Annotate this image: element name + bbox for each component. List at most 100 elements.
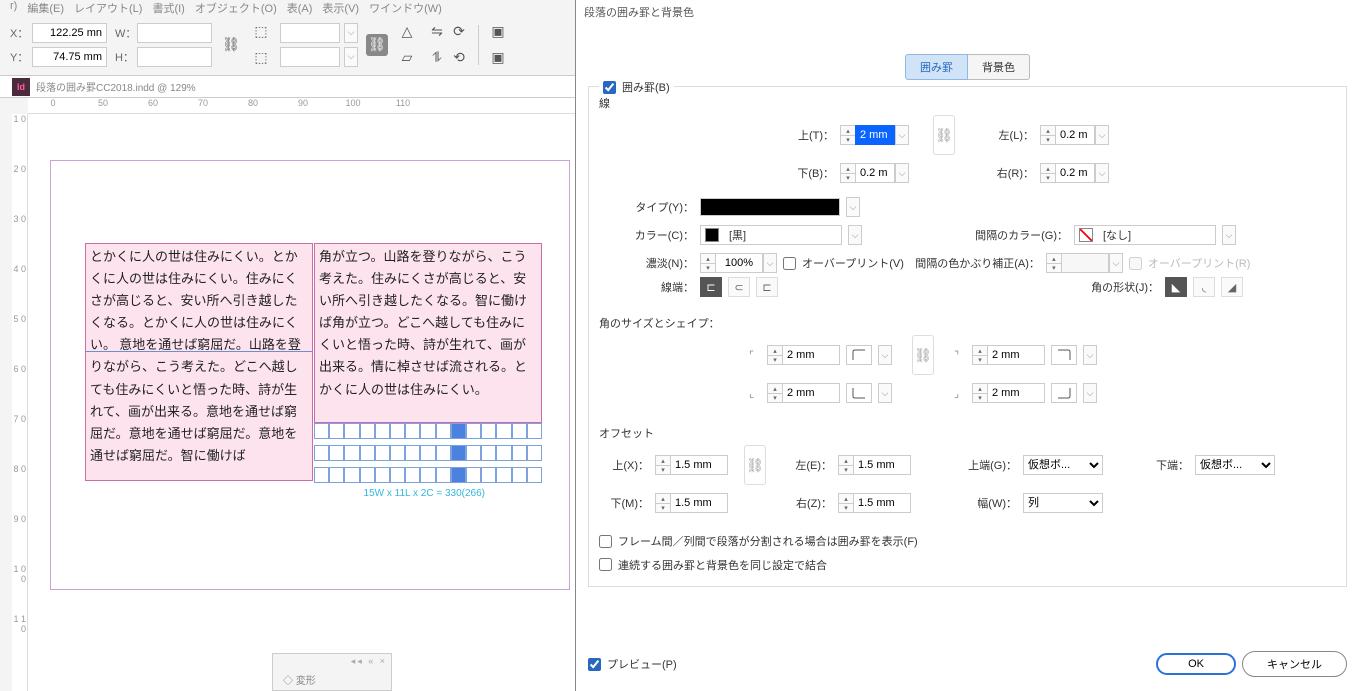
cap-label: 線端： <box>599 279 694 295</box>
tint-field[interactable] <box>715 253 763 273</box>
x-label: X： <box>10 25 28 41</box>
offset-left-field[interactable] <box>853 455 911 475</box>
overprint-r-check: オーバープリント(R) <box>1129 255 1251 271</box>
sel2-icon[interactable]: ▣ <box>487 47 509 69</box>
stroke-bottom-label: 下(B)： <box>779 165 834 181</box>
join-label: 角の形状(J)： <box>784 279 1159 295</box>
split-check[interactable]: フレーム間／列間で段落が分割される場合は囲み罫を表示(F) <box>599 533 918 549</box>
corner-br-icon: ⌟ <box>954 387 966 399</box>
join-bevel-icon[interactable]: ◢ <box>1221 277 1243 297</box>
rotate-icon[interactable]: △ <box>396 21 418 43</box>
cap-round-icon[interactable]: ⊂ <box>728 277 750 297</box>
transform-panel[interactable]: ◇ 変形 <box>272 653 392 691</box>
shear-icon[interactable]: ▱ <box>396 47 418 69</box>
offset-bottom-label: 下(M)： <box>599 495 649 511</box>
cap-butt-icon[interactable]: ⊏ <box>700 277 722 297</box>
rot90-icon[interactable]: ⟳ <box>448 21 470 43</box>
bottomedge-select[interactable]: 仮想ボ... <box>1195 455 1275 475</box>
stroke-type-label: タイプ(Y)： <box>599 199 694 215</box>
corner-bl-spinner[interactable]: ▴▾ <box>767 383 840 403</box>
offset-bottom-spinner[interactable]: ▴▾ <box>655 493 728 513</box>
stroke-left-label: 左(L)： <box>979 127 1034 143</box>
cancel-button[interactable]: キャンセル <box>1242 651 1347 677</box>
corner-tr-icon: ⌝ <box>954 349 966 361</box>
corner-tl-shape[interactable] <box>846 345 872 365</box>
corner-tl-spinner[interactable]: ▴▾ <box>767 345 840 365</box>
corner-tl-field[interactable] <box>782 345 840 365</box>
corner-bl-field[interactable] <box>782 383 840 403</box>
link-icon[interactable]: ⛓ <box>366 34 388 56</box>
text-column-2[interactable]: 角が立つ。山路を登りながら、こう考えた。住みにくさが高じると、安い所へ引き越した… <box>314 243 542 423</box>
corner-bl-shape[interactable] <box>846 383 872 403</box>
paragraph-border-dialog: 段落の囲み罫と背景色 囲み罫 背景色 囲み罫(B) 線 上(T)： ▴▾⌵ ⛓ … <box>575 0 1359 691</box>
h-field[interactable] <box>137 47 212 67</box>
stroke-color-drop[interactable]: ⌵ <box>848 225 862 245</box>
offset-right-field[interactable] <box>853 493 911 513</box>
y-label: Y： <box>10 49 28 65</box>
stroke-color-field[interactable]: [黒] <box>700 225 842 245</box>
offset-left-spinner[interactable]: ▴▾ <box>838 455 911 475</box>
stroke-right-spinner[interactable]: ▴▾⌵ <box>1040 163 1109 183</box>
preview-check[interactable]: プレビュー(P) <box>588 656 677 672</box>
stroke-right-field[interactable] <box>1055 163 1095 183</box>
stroke-top-spinner[interactable]: ▴▾⌵ <box>840 125 909 145</box>
y-field[interactable] <box>32 47 107 67</box>
enable-border-check[interactable]: 囲み罫(B) <box>599 79 674 95</box>
offset-right-spinner[interactable]: ▴▾ <box>838 493 911 513</box>
stroke-type-drop[interactable]: ⌵ <box>846 197 860 217</box>
text-frame[interactable]: とかくに人の世は住みにくい。とかくに人の世は住みにくい。住みにくさが高じると、安… <box>85 243 545 483</box>
corner-tr-field[interactable] <box>987 345 1045 365</box>
tab-border[interactable]: 囲み罫 <box>905 54 968 80</box>
stroke-bottom-spinner[interactable]: ▴▾⌵ <box>840 163 909 183</box>
tab-background[interactable]: 背景色 <box>968 54 1030 80</box>
document-tab[interactable]: 段落の囲み罫CC2018.indd @ 129% <box>0 76 575 98</box>
topedge-select[interactable]: 仮想ボ... <box>1023 455 1103 475</box>
width-select[interactable]: 列 <box>1023 493 1103 513</box>
offset-bottom-field[interactable] <box>670 493 728 513</box>
join-round-icon[interactable]: ◟ <box>1193 277 1215 297</box>
corner-br-spinner[interactable]: ▴▾ <box>972 383 1045 403</box>
gap-color-field[interactable]: [なし] <box>1074 225 1216 245</box>
merge-check[interactable]: 連続する囲み罫と背景色を同じ設定で結合 <box>599 557 827 573</box>
ok-button[interactable]: OK <box>1156 653 1236 675</box>
cap-project-icon[interactable]: ⊏ <box>756 277 778 297</box>
offset-top-spinner[interactable]: ▴▾ <box>655 455 728 475</box>
x-field[interactable] <box>32 23 107 43</box>
link-stroke-icon[interactable]: ⛓ <box>933 115 955 155</box>
tool-b-icon[interactable]: ⬚ <box>250 47 272 69</box>
corner-br-shape[interactable] <box>1051 383 1077 403</box>
sy-field[interactable] <box>280 47 340 67</box>
stroke-color-label: カラー(C)： <box>599 227 694 243</box>
black-swatch-icon <box>705 228 719 242</box>
overprint-check[interactable]: オーバープリント(V) <box>783 255 904 271</box>
gap-color-drop[interactable]: ⌵ <box>1222 225 1236 245</box>
link-corners-icon[interactable]: ⛓ <box>912 335 934 375</box>
offset-right-label: 右(Z)： <box>782 495 832 511</box>
stroke-right-label: 右(R)： <box>979 165 1034 181</box>
stroke-left-spinner[interactable]: ▴▾⌵ <box>1040 125 1109 145</box>
h-label: H： <box>115 49 133 65</box>
sel1-icon[interactable]: ▣ <box>487 21 509 43</box>
menubar[interactable]: r)編集(E)レイアウト(L)書式(I)オブジェクト(O)表(A)表示(V)ワイ… <box>0 0 575 14</box>
constrain-icon[interactable]: ⛓ <box>220 34 242 56</box>
text-column-1[interactable]: とかくに人の世は住みにくい。とかくに人の世は住みにくい。住みにくさが高じると、安… <box>85 243 313 481</box>
sx-field[interactable] <box>280 23 340 43</box>
tint-spinner[interactable]: ▴▾⌵ <box>700 253 777 273</box>
rot-90-icon[interactable]: ⟲ <box>448 47 470 69</box>
stroke-top-field[interactable] <box>855 125 895 145</box>
flip-v-icon[interactable]: ⥮ <box>426 47 448 69</box>
stroke-bottom-field[interactable] <box>855 163 895 183</box>
join-miter-icon[interactable]: ◣ <box>1165 277 1187 297</box>
ruler-horizontal: 05060708090100110 <box>28 98 575 114</box>
text-grid <box>314 423 542 483</box>
corner-tr-shape[interactable] <box>1051 345 1077 365</box>
link-offset-icon[interactable]: ⛓ <box>744 445 766 485</box>
offset-top-field[interactable] <box>670 455 728 475</box>
flip-h-icon[interactable]: ⇋ <box>426 21 448 43</box>
tool-a-icon[interactable]: ⬚ <box>250 21 272 43</box>
w-field[interactable] <box>137 23 212 43</box>
corner-tr-spinner[interactable]: ▴▾ <box>972 345 1045 365</box>
stroke-left-field[interactable] <box>1055 125 1095 145</box>
offset-top-label: 上(X)： <box>599 457 649 473</box>
corner-br-field[interactable] <box>987 383 1045 403</box>
